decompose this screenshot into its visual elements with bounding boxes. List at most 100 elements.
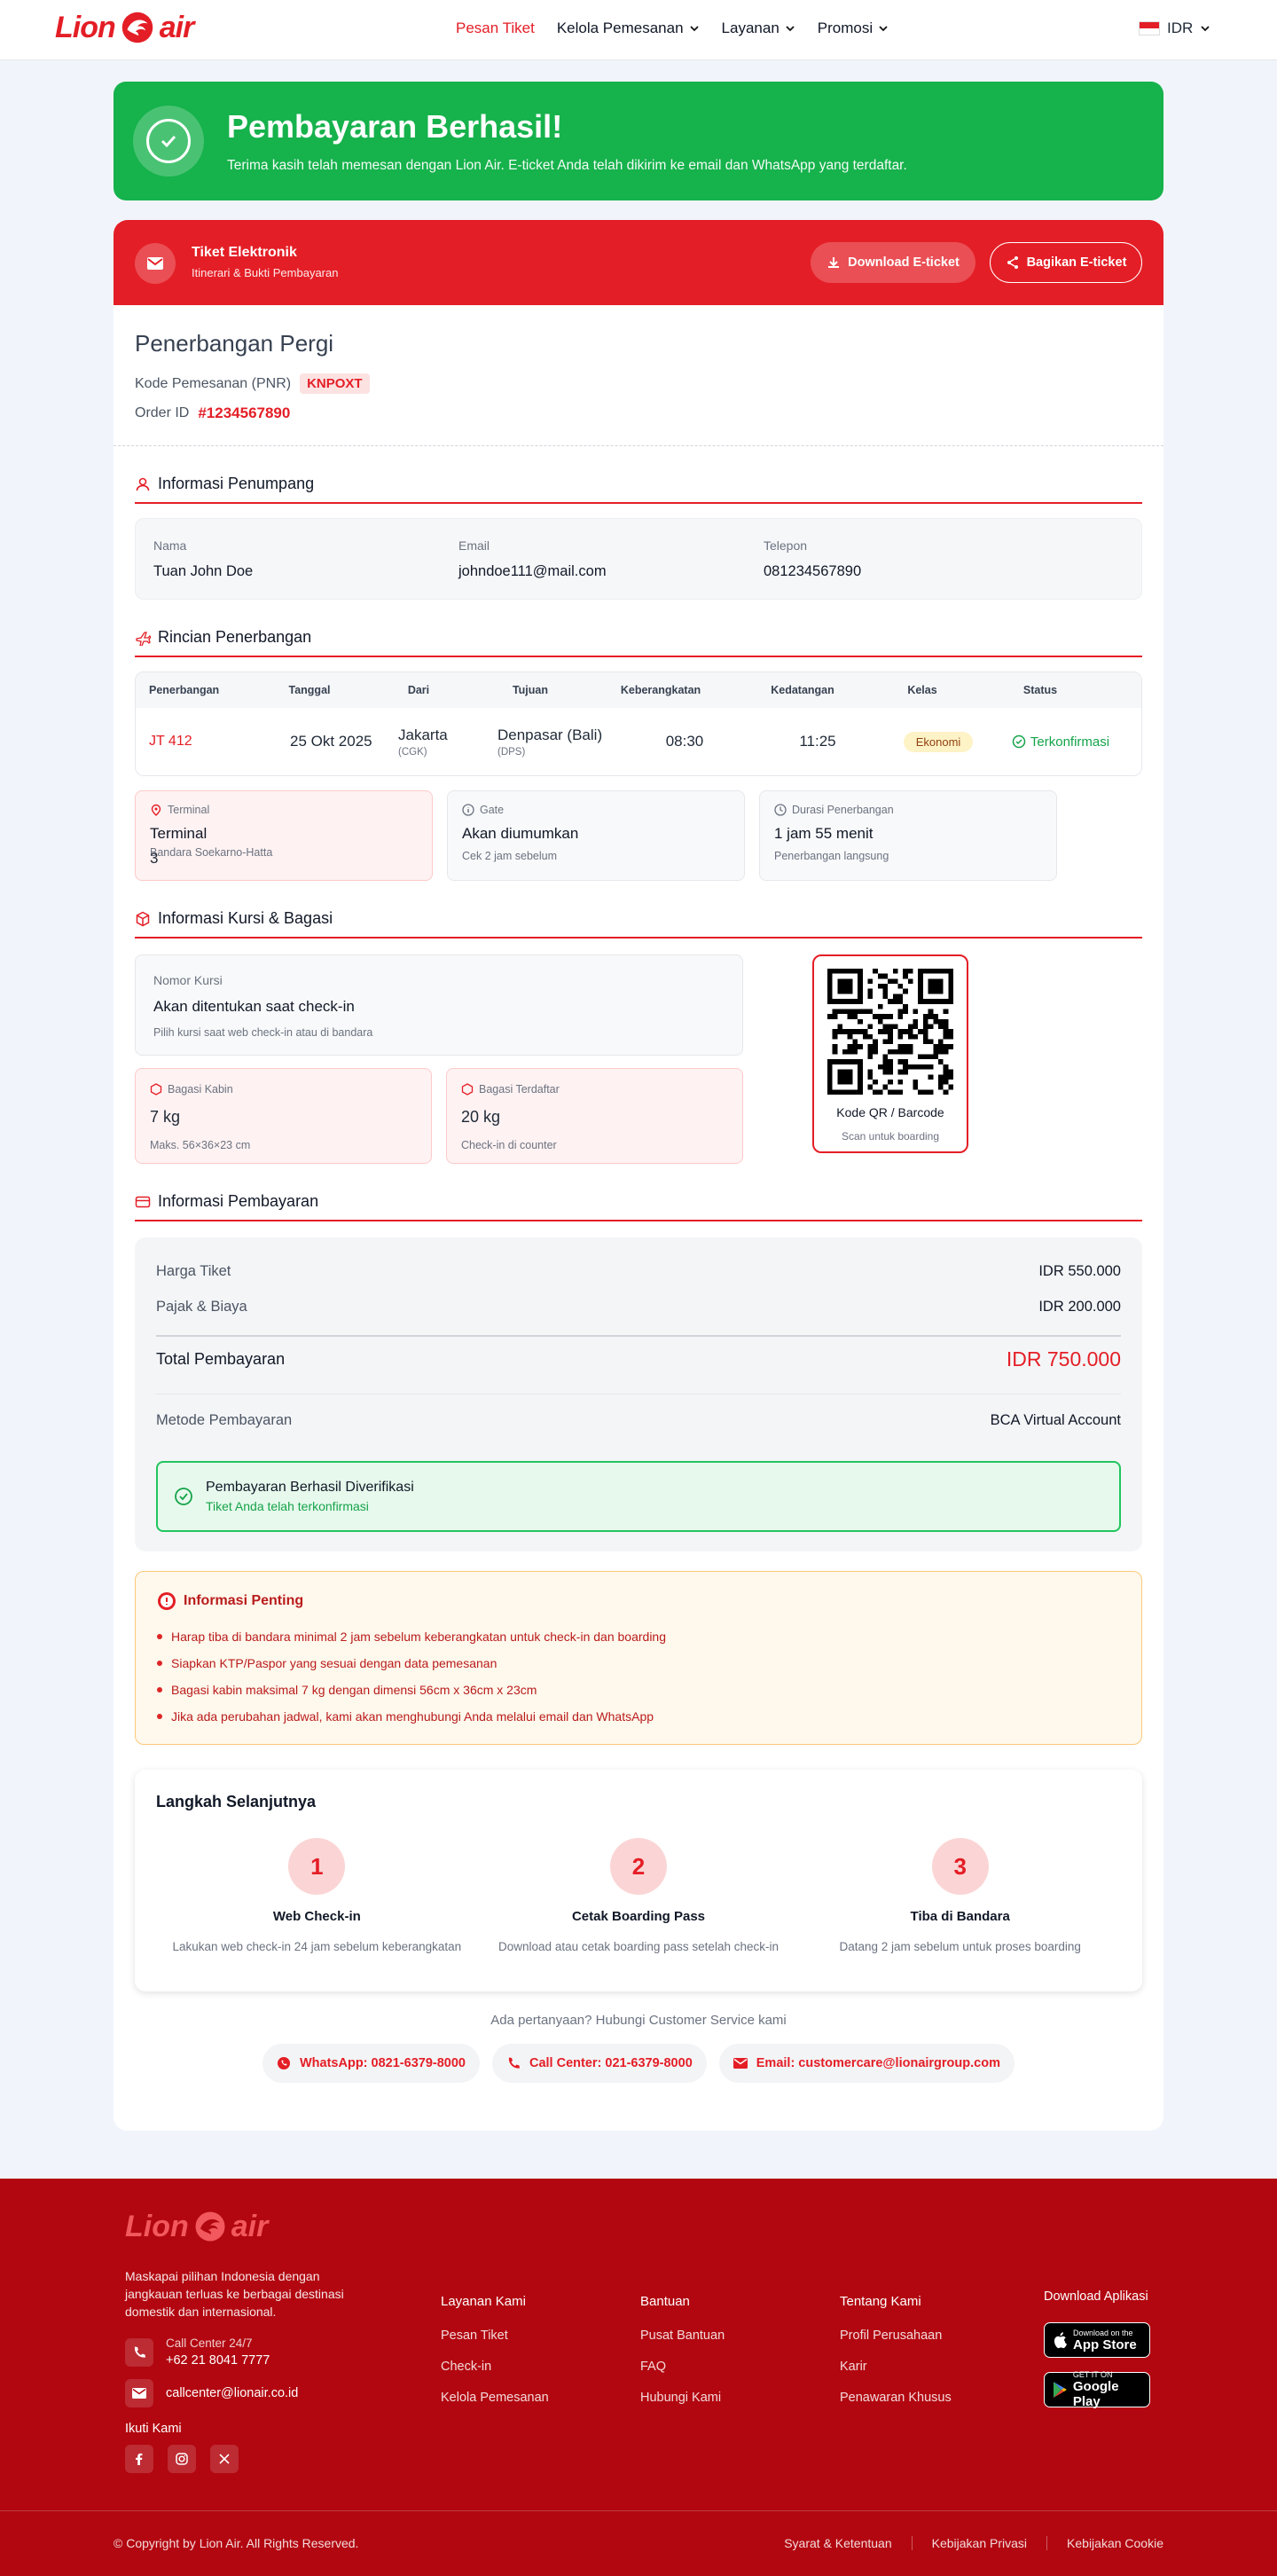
nav-promosi[interactable]: Promosi xyxy=(818,20,889,37)
social-links xyxy=(125,2445,239,2473)
terminal-airport: Bandara Soekarno-Hatta xyxy=(150,846,273,859)
order-id-row: Order ID #1234567890 xyxy=(135,404,1142,422)
box-label: Durasi Penerbangan xyxy=(792,804,894,816)
footer-logo[interactable]: Lion air xyxy=(125,2207,268,2246)
x-link[interactable] xyxy=(210,2445,239,2473)
order-id-value: #1234567890 xyxy=(198,404,291,421)
footer-bottom: © Copyright by Lion Air. All Rights Rese… xyxy=(0,2510,1277,2576)
nav-layanan[interactable]: Layanan xyxy=(722,20,795,37)
price-value: IDR 550.000 xyxy=(1038,1262,1121,1279)
passenger-section-title: Informasi Penumpang xyxy=(135,475,1142,504)
step-web-checkin: 1 Web Check-in Lakukan web check-in 24 jam… xyxy=(156,1838,478,1953)
share-icon xyxy=(1007,256,1018,269)
list-item: Jika ada perubahan jadwal, kami akan men… xyxy=(157,1703,1120,1730)
gplay-large-text: Google Play xyxy=(1072,2379,1119,2409)
flight-table-header: Penerbangan Tanggal Dari Tujuan Keberang… xyxy=(136,672,1141,708)
lion-logo-icon xyxy=(195,2211,225,2242)
field-label: Email xyxy=(458,538,490,553)
privacy-link[interactable]: Kebijakan Privasi xyxy=(932,2536,1027,2550)
footer-link-offers[interactable]: Penawaran Khusus xyxy=(840,2391,952,2405)
legal-links: Syarat & Ketentuan Kebijakan Privasi Keb… xyxy=(784,2536,1163,2550)
total-value: IDR 750.000 xyxy=(1006,1347,1121,1370)
important-list: Harap tiba di bandara minimal 2 jam sebe… xyxy=(157,1623,1120,1730)
step-number: 1 xyxy=(288,1838,346,1895)
nav-label: Layanan xyxy=(721,20,780,36)
flight-section-title: Rincian Penerbangan xyxy=(135,628,1142,657)
terms-link[interactable]: Syarat & Ketentuan xyxy=(784,2536,891,2550)
step-title: Cetak Boarding Pass xyxy=(571,1909,706,1924)
footer-link-faq[interactable]: FAQ xyxy=(640,2360,725,2374)
payment-success-banner: Pembayaran Berhasil! Terima kasih telah … xyxy=(114,82,1163,200)
footer-col-services: Layanan Kami Pesan Tiket Check-in Kelola… xyxy=(441,2294,549,2422)
footer-link-profile[interactable]: Profil Perusahaan xyxy=(840,2329,952,2343)
apple-icon xyxy=(1054,2332,1067,2349)
footer-email-text: callcenter@lionair.co.id xyxy=(166,2386,299,2400)
step-number: 3 xyxy=(931,1838,989,1895)
seat-label: Nomor Kursi xyxy=(153,973,223,987)
footer-col-title: Bantuan xyxy=(640,2294,690,2309)
field-value: 081234567890 xyxy=(764,563,862,579)
copyright-text: © Copyright by Lion Air. All Rights Rese… xyxy=(114,2536,359,2550)
whatsapp-button[interactable]: WhatsApp: 0821-6379-8000 xyxy=(262,2044,480,2083)
step-desc: Lakukan web check-in 24 jam sebelum kebe… xyxy=(172,1940,462,1953)
footer-link-help-center[interactable]: Pusat Bantuan xyxy=(640,2329,725,2343)
flight-table: Penerbangan Tanggal Dari Tujuan Keberang… xyxy=(135,671,1142,776)
footer-link-check-in[interactable]: Check-in xyxy=(441,2360,549,2374)
google-play-button[interactable]: GET IT ON Google Play xyxy=(1044,2370,1150,2409)
flight-number: JT 412 xyxy=(149,734,192,749)
logo-text-air: air xyxy=(231,2209,269,2243)
important-info: Informasi Penting Harap tiba di bandara … xyxy=(135,1571,1142,1745)
box-label: Gate xyxy=(480,804,505,816)
e-ticket-header: Tiket Elektronik Itinerari & Bukti Pemba… xyxy=(114,220,1163,305)
call-label: Call Center: 021-6379-8000 xyxy=(529,2056,693,2070)
call-center-button[interactable]: Call Center: 021-6379-8000 xyxy=(491,2044,707,2083)
chevron-down-icon xyxy=(786,26,795,32)
logo-text-air: air xyxy=(159,10,195,44)
flight-extra-info: Terminal Terminal 3 Bandara Soekarno-Hat… xyxy=(135,790,1142,881)
app-store-button[interactable]: Download on the App Store xyxy=(1044,2322,1150,2358)
mail-icon-wrap xyxy=(135,243,176,284)
divider xyxy=(1046,2536,1048,2550)
contact-text: Ada pertanyaan? Hubungi Customer Service… xyxy=(490,2013,787,2028)
footer-call-center[interactable]: Call Center 24/7 +62 21 8041 7777 xyxy=(125,2336,270,2368)
lion-air-logo[interactable]: Lion air xyxy=(55,7,195,48)
contact-buttons: WhatsApp: 0821-6379-8000 Call Center: 02… xyxy=(135,2044,1142,2083)
footer-link-career[interactable]: Karir xyxy=(840,2360,952,2374)
nav-label: Pesan Tiket xyxy=(456,20,535,36)
cookie-link[interactable]: Kebijakan Cookie xyxy=(1067,2536,1163,2550)
departure-time: 08:30 xyxy=(665,733,704,750)
share-eticket-button[interactable]: Bagikan E-ticket xyxy=(990,242,1142,283)
destination-city: Denpasar (Bali) xyxy=(497,726,603,743)
seat-sub: Pilih kursi saat web check-in atau di ba… xyxy=(153,1026,373,1039)
baggage-icon xyxy=(461,1083,474,1096)
total-label: Total Pembayaran xyxy=(156,1349,286,1368)
flight-destination: Denpasar (Bali) (DPS) xyxy=(497,726,631,758)
instagram-link[interactable] xyxy=(168,2445,196,2473)
download-eticket-button[interactable]: Download E-ticket xyxy=(811,242,975,283)
footer-link-kelola[interactable]: Kelola Pemesanan xyxy=(441,2391,549,2405)
th-arrive: Kedatangan xyxy=(771,684,834,696)
facebook-link[interactable] xyxy=(125,2445,153,2473)
footer-link-contact[interactable]: Hubungi Kami xyxy=(640,2391,725,2405)
nav-pesan-tiket[interactable]: Pesan Tiket xyxy=(456,20,535,37)
section-label: Informasi Penumpang xyxy=(158,475,315,492)
footer-link-pesan-tiket[interactable]: Pesan Tiket xyxy=(441,2329,549,2343)
email-button[interactable]: Email: customercare@lionairgroup.com xyxy=(718,2044,1015,2083)
checked-baggage-box: Bagasi Terdaftar 20 kg Check-in di count… xyxy=(446,1068,743,1164)
nav-kelola-pemesanan[interactable]: Kelola Pemesanan xyxy=(557,20,700,37)
field-value: Tuan John Doe xyxy=(153,563,254,579)
section-label: Rincian Penerbangan xyxy=(158,628,312,646)
th-class: Kelas xyxy=(907,684,937,696)
tax-row: Pajak & Biaya IDR 200.000 xyxy=(156,1289,1121,1324)
mail-icon xyxy=(132,2388,146,2399)
payment-info: Harga Tiket IDR 550.000 Pajak & Biaya IDR … xyxy=(135,1237,1142,1551)
currency-selector[interactable]: IDR xyxy=(1139,20,1210,37)
class-badge: Ekonomi xyxy=(903,732,974,752)
divider xyxy=(911,2536,913,2550)
footer-email[interactable]: callcenter@lionair.co.id xyxy=(125,2379,298,2407)
check-icon xyxy=(161,135,176,148)
phone-icon xyxy=(508,2057,520,2069)
phone-icon xyxy=(134,2346,145,2358)
seat-value: Akan ditentukan saat check-in xyxy=(153,998,355,1015)
gate-box: Gate Akan diumumkan Cek 2 jam sebelum xyxy=(447,790,745,881)
